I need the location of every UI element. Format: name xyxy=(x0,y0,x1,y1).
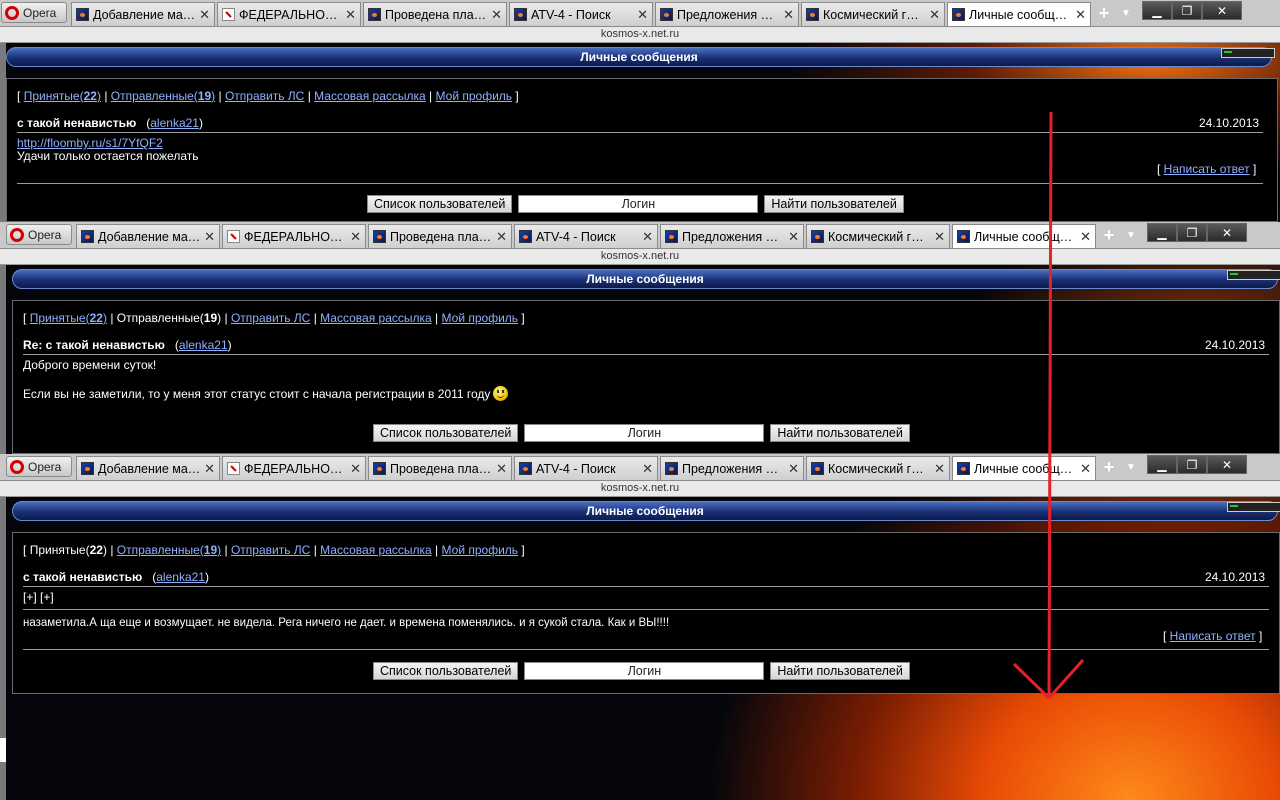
arrow-head-left xyxy=(1012,662,1051,700)
arrow-shaft xyxy=(1047,111,1053,699)
arrow-head-right xyxy=(1047,658,1085,700)
red-arrow-annotation xyxy=(1012,111,1085,700)
